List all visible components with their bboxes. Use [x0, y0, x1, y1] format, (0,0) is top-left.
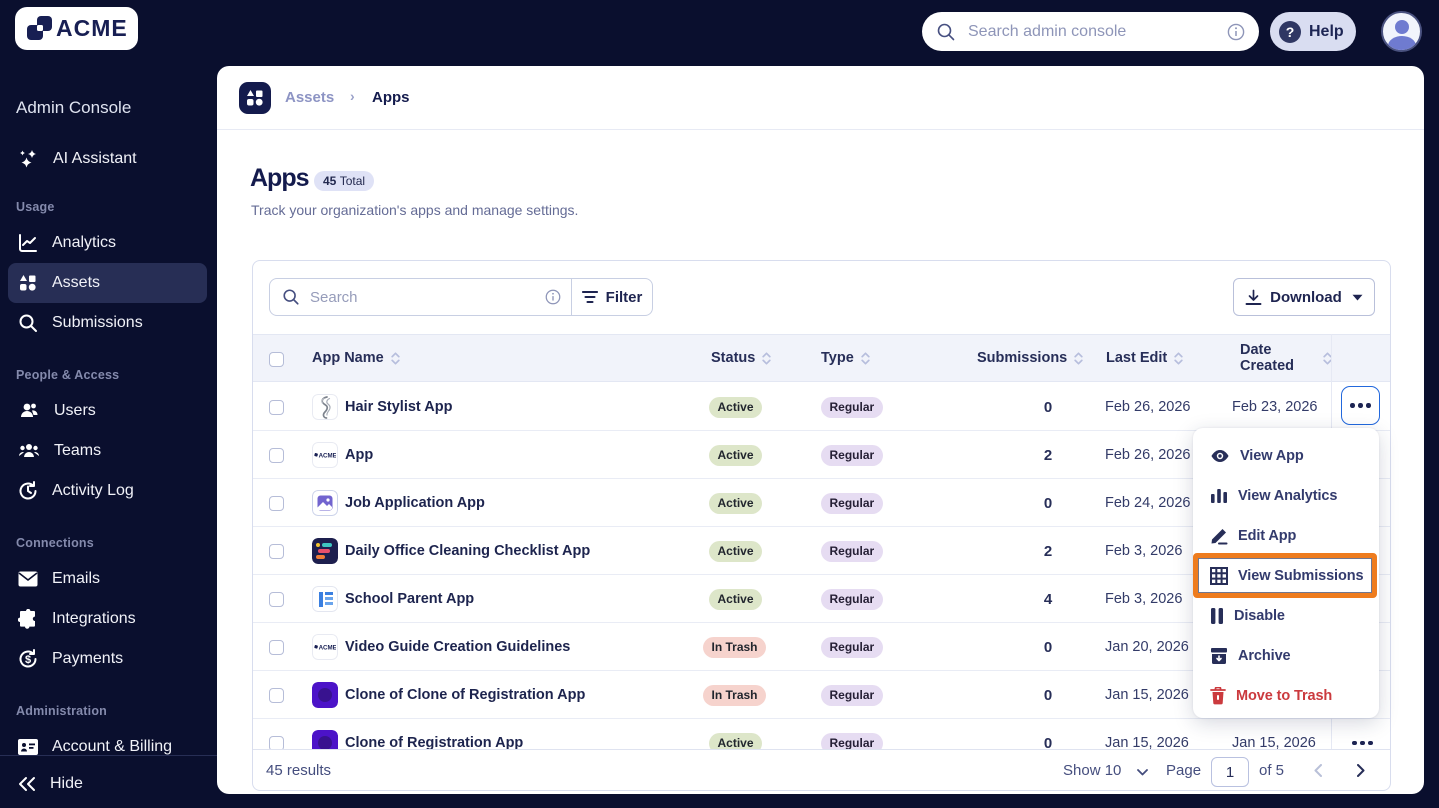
svg-text:ACME: ACME — [319, 644, 336, 651]
svg-text:$: $ — [25, 654, 31, 666]
svg-text:ACME: ACME — [319, 452, 336, 459]
